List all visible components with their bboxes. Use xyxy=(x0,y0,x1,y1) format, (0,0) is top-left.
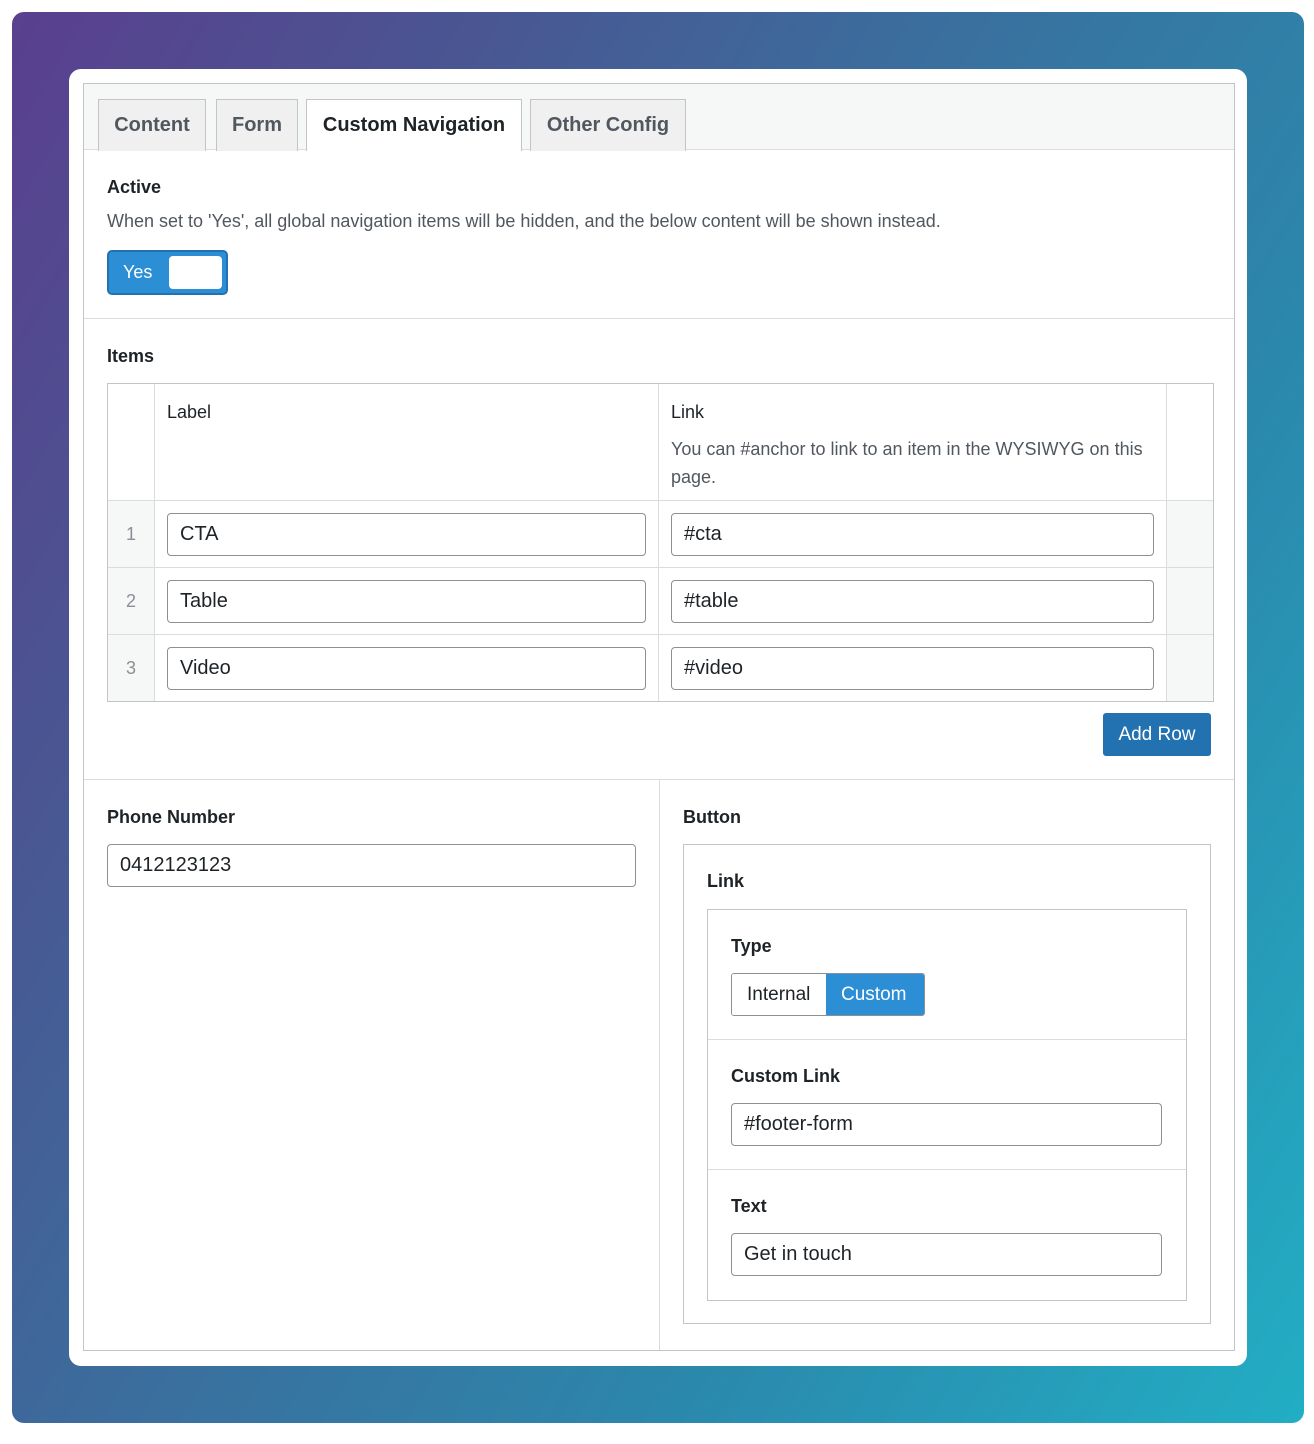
active-description: When set to 'Yes', all global navigation… xyxy=(107,211,941,231)
active-toggle[interactable]: Yes xyxy=(107,250,228,295)
custom-link-input[interactable] xyxy=(731,1103,1162,1146)
add-row-button[interactable]: Add Row xyxy=(1103,713,1211,756)
divider xyxy=(84,318,1234,319)
divider xyxy=(708,1169,1186,1170)
custom-link-label: Custom Link xyxy=(731,1066,841,1086)
phone-input[interactable] xyxy=(107,844,636,887)
tab-content[interactable]: Content xyxy=(98,99,206,151)
toggle-yes-label: Yes xyxy=(123,262,153,282)
settings-panel: Content Form Custom Navigation Other Con… xyxy=(83,83,1235,1351)
button-label: Button xyxy=(683,807,741,827)
type-label: Type xyxy=(731,936,772,956)
tab-custom-navigation[interactable]: Custom Navigation xyxy=(306,99,522,151)
item-link-input[interactable] xyxy=(671,513,1154,556)
type-option-internal[interactable]: Internal xyxy=(732,974,826,1015)
toggle-knob xyxy=(169,256,222,289)
column-divider xyxy=(659,780,660,1350)
item-label-input[interactable] xyxy=(167,513,646,556)
link-label: Link xyxy=(707,871,745,891)
item-label-input[interactable] xyxy=(167,647,646,690)
item-link-input[interactable] xyxy=(671,647,1154,690)
text-label: Text xyxy=(731,1196,767,1216)
divider xyxy=(708,1039,1186,1040)
column-link-hint: You can #anchor to link to an item in th… xyxy=(671,439,1143,487)
row-actions-column xyxy=(1166,501,1213,701)
phone-label: Phone Number xyxy=(107,807,236,827)
type-option-custom[interactable]: Custom xyxy=(826,974,924,1015)
active-label: Active xyxy=(107,177,162,197)
items-label: Items xyxy=(107,346,155,366)
row-number: 3 xyxy=(125,658,136,678)
type-segmented-control: Internal Custom xyxy=(731,973,925,1016)
column-header-label: Label xyxy=(167,402,212,422)
tab-other-config[interactable]: Other Config xyxy=(530,99,686,151)
items-table: Label Link You can #anchor to link to an… xyxy=(107,383,1214,702)
tab-bar: Content Form Custom Navigation Other Con… xyxy=(84,84,1234,151)
item-link-input[interactable] xyxy=(671,580,1154,623)
button-text-input[interactable] xyxy=(731,1233,1162,1276)
row-number: 1 xyxy=(125,524,136,544)
row-number: 2 xyxy=(125,591,136,611)
button-group-box: Link Type Internal Custom Custom Link Te… xyxy=(683,844,1211,1324)
column-header-link: Link xyxy=(671,402,705,422)
item-label-input[interactable] xyxy=(167,580,646,623)
tab-form[interactable]: Form xyxy=(216,99,298,151)
link-group-box: Type Internal Custom Custom Link Text xyxy=(707,909,1187,1301)
